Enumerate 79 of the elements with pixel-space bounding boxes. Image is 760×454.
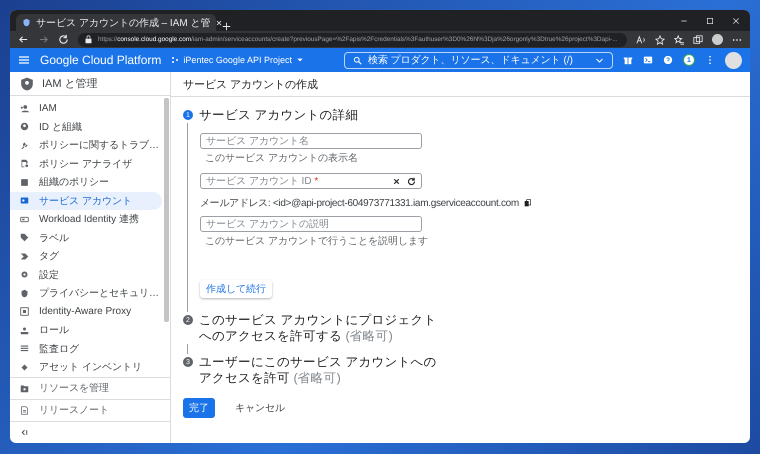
chevron-icon <box>20 252 29 261</box>
sidebar-item[interactable]: ポリシー アナライザ <box>10 154 162 174</box>
folder-gear-icon <box>20 384 29 393</box>
shield-person-icon <box>20 76 34 91</box>
input-field[interactable]: サービス アカウント ID * <box>200 173 422 189</box>
star-add-icon[interactable] <box>655 34 665 44</box>
forward-icon[interactable] <box>38 34 49 45</box>
wrench-icon <box>20 140 29 150</box>
terminal-icon[interactable] <box>643 55 653 65</box>
input-field[interactable]: サービス アカウント名 <box>200 133 422 149</box>
reload-icon[interactable] <box>58 34 69 45</box>
input-field[interactable]: サービス アカウントの説明 <box>200 216 422 232</box>
refresh-icon[interactable] <box>407 176 416 186</box>
close-icon[interactable] <box>215 18 224 26</box>
helper-text: このサービス アカウントで行うことを説明します <box>205 234 429 248</box>
collections-icon[interactable] <box>693 34 703 44</box>
copy-icon[interactable] <box>524 199 532 207</box>
cancel-button[interactable]: キャンセル <box>229 398 291 418</box>
sidebar-item[interactable]: 設定 <box>10 266 162 284</box>
search-field[interactable]: 検索 プロダクト、リソース、ドキュメント (/) <box>344 52 613 68</box>
sidebar-item[interactable]: ロール <box>10 321 162 340</box>
menu-icon[interactable] <box>18 54 30 66</box>
sidebar-title: IAM と管理 <box>42 77 98 92</box>
nodes-icon <box>171 56 180 64</box>
help-icon[interactable] <box>663 55 673 65</box>
helper-text: このサービス アカウントの表示名 <box>205 152 359 165</box>
account-avatar[interactable] <box>725 52 742 68</box>
chevron-down-icon <box>595 56 604 64</box>
project-selector[interactable]: iPentec Google API Project <box>171 55 304 65</box>
square-icon <box>20 178 29 187</box>
page-title: サービス アカウントの作成 <box>183 78 318 92</box>
sidebar-item[interactable]: Workload Identity 連携 <box>10 210 162 229</box>
favorites-icon[interactable] <box>674 34 684 44</box>
sidebar-item[interactable]: Identity-Aware Proxy <box>10 302 162 322</box>
step-title[interactable]: ユーザーにこのサービス アカウントへのアクセスを許可 (省略可) <box>199 354 439 386</box>
caret-icon <box>296 56 304 64</box>
person-circle-icon <box>20 122 29 132</box>
shield-icon <box>20 288 29 298</box>
sidebar-link[interactable]: リリースノート <box>10 398 170 421</box>
plus-icon[interactable] <box>222 22 231 31</box>
sidebar-item[interactable]: タグ <box>10 247 162 266</box>
sidebar-item[interactable]: 監査ログ <box>10 340 162 358</box>
scrollbar[interactable] <box>164 98 169 322</box>
sidebar-item[interactable]: 組織のポリシー <box>10 173 162 192</box>
document-icon <box>20 406 29 415</box>
person-stack-icon <box>20 326 29 335</box>
sidebar-link[interactable]: リソースを管理 <box>10 376 170 399</box>
sidebar-item[interactable]: プライバシーとセキュリ… <box>10 284 162 303</box>
person-add-icon <box>20 104 29 113</box>
sidebar-item[interactable]: ラベル <box>10 228 162 248</box>
list-icon <box>20 344 29 354</box>
gift-icon[interactable] <box>623 55 633 65</box>
diamond-icon <box>20 362 29 372</box>
read-aloud-icon[interactable] <box>636 34 646 44</box>
sidebar-item[interactable]: IAM <box>10 99 162 118</box>
card-icon <box>20 214 29 224</box>
continue-button[interactable]: 作成して続行 <box>200 280 272 298</box>
key-card-icon <box>20 196 29 206</box>
collapse-icon[interactable] <box>20 428 29 437</box>
profile-avatar[interactable] <box>712 34 723 45</box>
lock-icon <box>84 35 93 44</box>
sidebar-item[interactable]: アセット インベントリ <box>10 358 162 377</box>
product-name[interactable]: Google Cloud Platform <box>40 53 162 67</box>
sidebar-item[interactable]: ポリシーに関するトラブ… <box>10 136 162 155</box>
sidebar-item[interactable]: ID と組織 <box>10 118 162 136</box>
step-title[interactable]: このサービス アカウントにプロジェクトへのアクセスを許可する (省略可) <box>199 312 439 344</box>
maximize-icon[interactable] <box>706 16 714 24</box>
framed-square-icon <box>20 307 29 316</box>
search-icon <box>352 56 362 64</box>
email-address-text: メールアドレス: <id>@api-project-604973771331.iam.gserviceaccount.com <box>200 197 519 210</box>
close-icon[interactable] <box>392 176 401 186</box>
tag-icon <box>20 233 29 242</box>
step-title: サービス アカウントの詳細 <box>199 107 360 123</box>
gear-icon <box>20 270 29 280</box>
done-button[interactable]: 完了 <box>183 398 215 418</box>
shield-icon <box>22 18 31 27</box>
sidebar-item[interactable]: サービス アカウント <box>10 192 162 210</box>
back-icon[interactable] <box>18 34 29 45</box>
document-search-icon <box>20 159 29 168</box>
